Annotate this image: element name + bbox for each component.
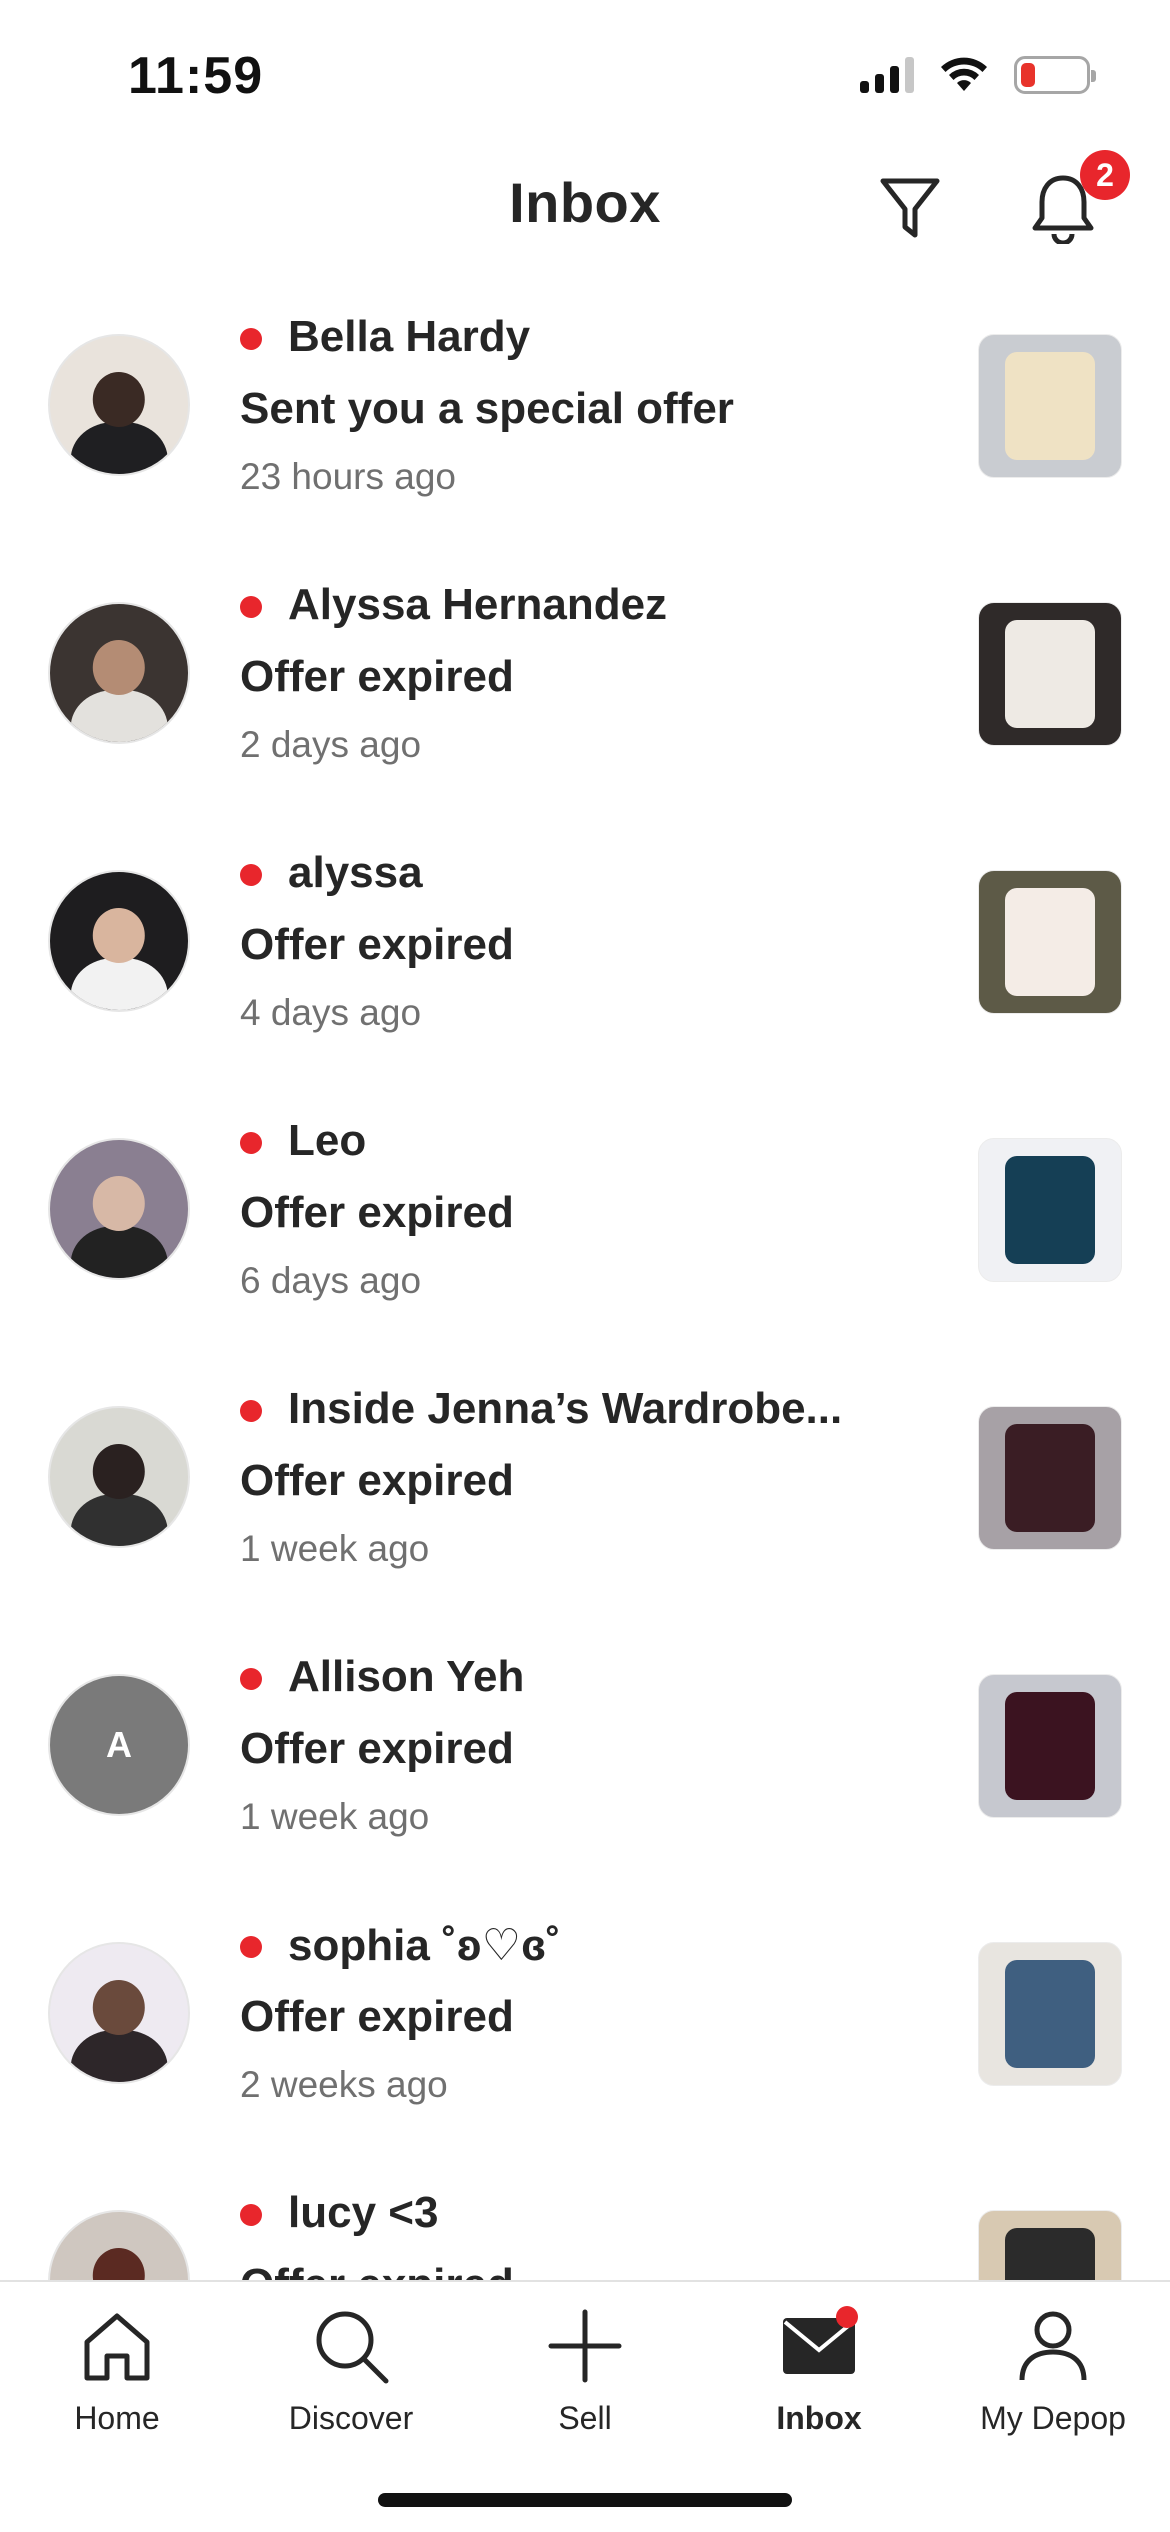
nav-home[interactable]: Home	[0, 2304, 234, 2454]
sender-name: Inside Jenna’s Wardrobe...	[288, 1384, 843, 1433]
sender-name: lucy <3	[288, 2188, 439, 2237]
nav-discover-label: Discover	[288, 2400, 414, 2436]
message-time: 2 weeks ago	[240, 2064, 448, 2105]
sender-name: Alyssa Hernandez	[288, 580, 668, 629]
wifi-icon	[941, 57, 987, 91]
inbox-unread-dot	[836, 2306, 858, 2328]
nav-sell[interactable]: Sell	[468, 2304, 702, 2454]
message-time: 23 hours ago	[240, 456, 457, 497]
conversation-row[interactable]: Bella Hardy Sent you a special offer 23 ho…	[0, 290, 1170, 558]
item-thumbnail[interactable]	[978, 1674, 1122, 1818]
message-preview: Offer expired	[240, 1724, 514, 1773]
avatar[interactable]	[48, 334, 190, 476]
conversation-row[interactable]: sophia ˚ʚ♡ɞ˚ Offer expired 2 weeks ago	[0, 1898, 1170, 2166]
unread-dot	[240, 2204, 262, 2226]
profile-icon	[1008, 2304, 1098, 2388]
sender-name: sophia ˚ʚ♡ɞ˚	[288, 1921, 561, 1970]
filter-icon	[880, 178, 940, 238]
sender-name: Bella Hardy	[288, 312, 531, 361]
item-thumbnail[interactable]	[978, 1942, 1122, 2086]
unread-dot	[240, 1936, 262, 1958]
message-time: 4 days ago	[240, 992, 422, 1033]
avatar[interactable]: A	[48, 1674, 190, 1816]
nav-discover[interactable]: Discover	[234, 2304, 468, 2454]
notification-badge: 2	[1080, 150, 1130, 200]
plus-icon	[540, 2304, 630, 2388]
status-icons	[860, 56, 1096, 94]
nav-my-depop[interactable]: My Depop	[936, 2304, 1170, 2454]
home-icon	[72, 2304, 162, 2388]
unread-dot	[240, 1132, 262, 1154]
unread-dot	[240, 1400, 262, 1422]
item-thumbnail[interactable]	[978, 334, 1122, 478]
conversation-row[interactable]: Inside Jenna’s Wardrobe... Offer expired 1…	[0, 1362, 1170, 1630]
nav-sell-label: Sell	[558, 2400, 612, 2436]
avatar-initial: A	[106, 1724, 132, 1765]
header: Inbox	[0, 150, 1170, 260]
filter-button[interactable]	[875, 170, 945, 246]
search-icon	[306, 2304, 396, 2388]
conversation-list[interactable]: Bella Hardy Sent you a special offer 23 ho…	[0, 290, 1170, 2280]
nav-inbox[interactable]: Inbox	[702, 2304, 936, 2454]
item-thumbnail[interactable]	[978, 1406, 1122, 1550]
home-indicator	[378, 2493, 792, 2507]
conversation-row[interactable]: lucy <3 Offer expired	[0, 2166, 1170, 2280]
unread-dot	[240, 1668, 262, 1690]
message-preview: Sent you a special offer	[240, 384, 734, 433]
nav-inbox-label: Inbox	[776, 2400, 862, 2436]
message-preview: Offer expired	[240, 1992, 514, 2041]
message-preview: Offer expired	[240, 1188, 514, 1237]
message-preview: Offer expired	[240, 920, 514, 969]
conversation-row[interactable]: Leo Offer expired 6 days ago	[0, 1094, 1170, 1362]
cellular-signal-icon	[860, 57, 914, 93]
sender-name: alyssa	[288, 848, 423, 897]
battery-icon	[1014, 56, 1096, 94]
item-thumbnail[interactable]	[978, 870, 1122, 1014]
message-time: 6 days ago	[240, 1260, 422, 1301]
avatar[interactable]	[48, 1406, 190, 1548]
sender-name: Leo	[288, 1116, 367, 1165]
conversation-row[interactable]: Alyssa Hernandez Offer expired 2 days ago	[0, 558, 1170, 826]
item-thumbnail[interactable]	[978, 602, 1122, 746]
nav-home-label: Home	[74, 2400, 160, 2436]
unread-dot	[240, 328, 262, 350]
message-time: 2 days ago	[240, 724, 422, 765]
item-thumbnail[interactable]	[978, 1138, 1122, 1282]
conversation-row[interactable]: A Allison Yeh Offer expired 1 week ago	[0, 1630, 1170, 1898]
unread-dot	[240, 596, 262, 618]
message-time: 1 week ago	[240, 1528, 430, 1569]
message-preview: Offer expired	[240, 1456, 514, 1505]
message-preview: Offer expired	[240, 652, 514, 701]
avatar[interactable]	[48, 870, 190, 1012]
sender-name: Allison Yeh	[288, 1652, 525, 1701]
avatar[interactable]	[48, 1942, 190, 2084]
message-time: 1 week ago	[240, 1796, 430, 1837]
status-bar: 11:59	[0, 0, 1170, 150]
nav-my-depop-label: My Depop	[980, 2400, 1126, 2436]
page-title: Inbox	[509, 171, 661, 234]
item-thumbnail[interactable]	[978, 2210, 1122, 2280]
conversation-row[interactable]: alyssa Offer expired 4 days ago	[0, 826, 1170, 1094]
avatar[interactable]	[48, 2210, 190, 2280]
avatar[interactable]	[48, 602, 190, 744]
mail-icon	[774, 2304, 864, 2388]
status-time: 11:59	[128, 47, 264, 105]
avatar[interactable]	[48, 1138, 190, 1280]
message-preview: Offer expired	[240, 2260, 514, 2280]
unread-dot	[240, 864, 262, 886]
